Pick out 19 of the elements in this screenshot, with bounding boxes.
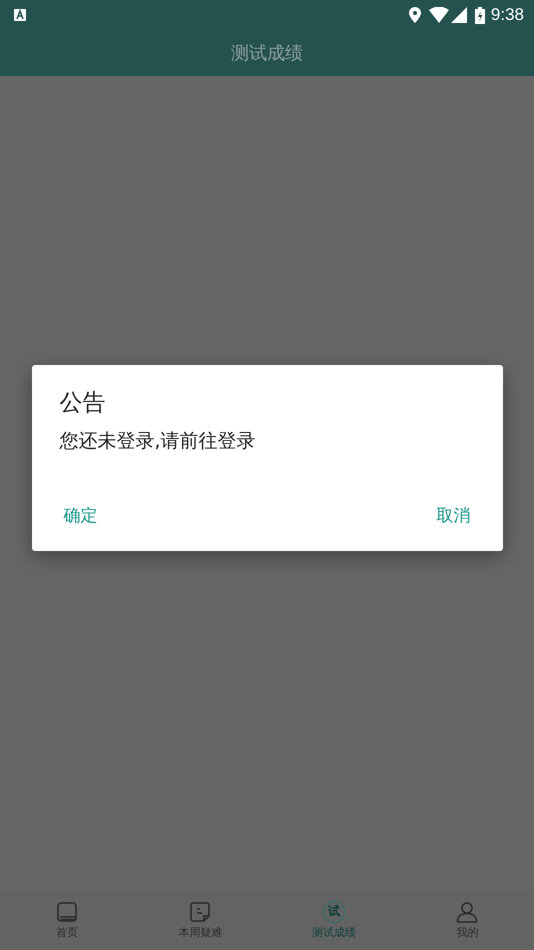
clock-time: 9:38	[490, 5, 524, 25]
battery-icon	[474, 6, 485, 24]
nav-tab[interactable]: 首页	[0, 890, 134, 950]
cancel-button[interactable]: 取消	[432, 500, 474, 531]
wifi-icon	[428, 7, 449, 23]
book-icon	[56, 900, 78, 922]
dialog-title: 公告	[60, 389, 106, 418]
dialog-message: 您还未登录,请前往登录	[60, 429, 257, 454]
nav-tab[interactable]: 试 测试成绩	[267, 890, 400, 950]
quiz-icon: 试	[322, 900, 345, 922]
nav-tab[interactable]: 我的	[400, 890, 534, 950]
person-icon	[456, 900, 478, 922]
confirm-button[interactable]: 确定	[60, 500, 102, 531]
location-icon	[408, 7, 421, 23]
note-icon	[189, 900, 212, 922]
nav-tab[interactable]: 本周疑难	[134, 890, 267, 950]
keyboard-icon	[14, 9, 26, 21]
page-title: 测试成绩	[231, 42, 303, 65]
signal-icon	[450, 7, 467, 23]
